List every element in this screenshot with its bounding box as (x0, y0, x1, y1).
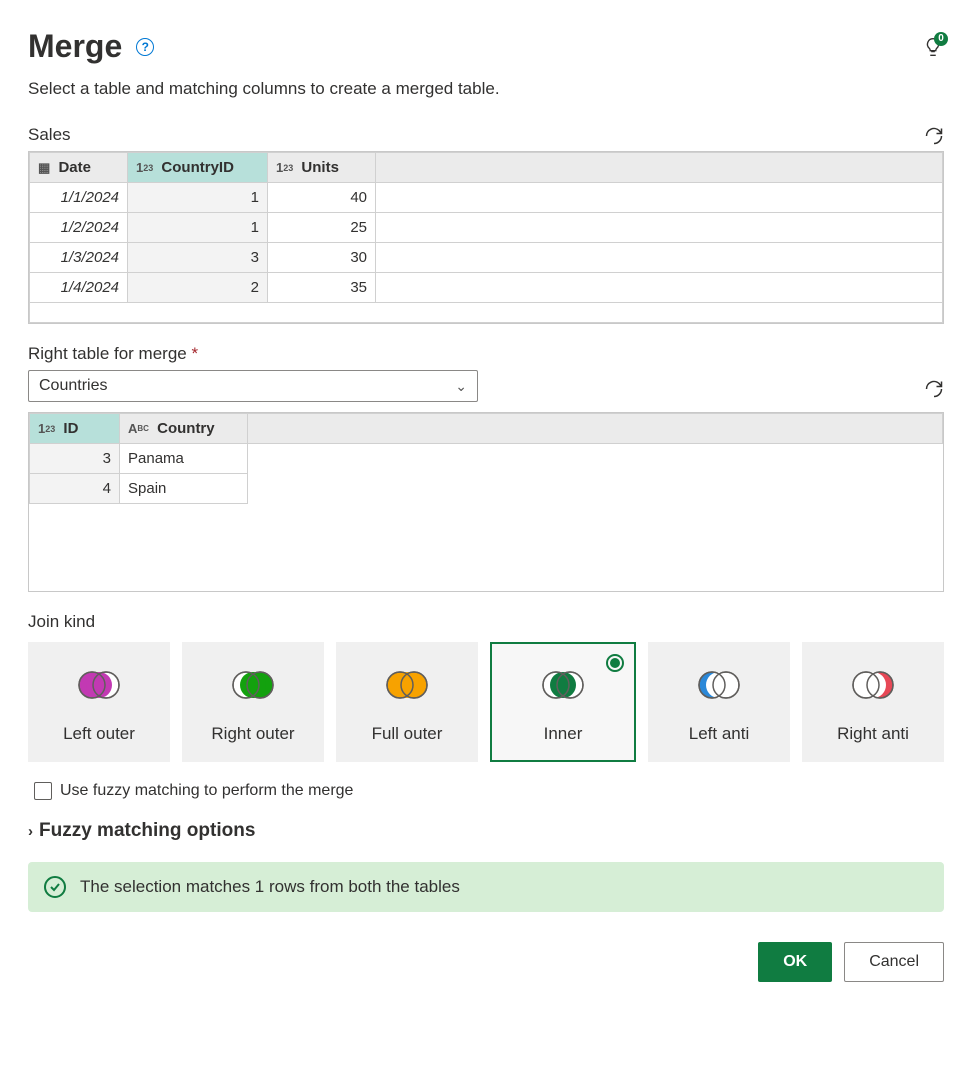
table-cell[interactable]: 30 (268, 243, 376, 273)
table-cell[interactable]: 35 (268, 273, 376, 303)
tips-icon[interactable]: 0 (922, 36, 944, 58)
right-table-dropdown[interactable]: Countries ⌄ (28, 370, 478, 402)
column-spacer (376, 153, 943, 183)
refresh-left-icon[interactable] (924, 126, 944, 151)
table-cell[interactable]: 2 (128, 273, 268, 303)
join-option-label: Right outer (211, 724, 294, 744)
join-option-label: Right anti (837, 724, 909, 744)
venn-icon (74, 665, 124, 710)
status-text: The selection matches 1 rows from both t… (80, 877, 460, 897)
table-cell[interactable]: Panama (120, 444, 248, 474)
table-cell[interactable]: 1 (128, 183, 268, 213)
cancel-button[interactable]: Cancel (844, 942, 944, 982)
right-table-selected: Countries (39, 377, 107, 395)
left-table[interactable]: ▦ Date123 CountryID123 Units1/1/20241401… (29, 152, 943, 323)
radio-selected-icon (606, 654, 624, 672)
join-option-inner[interactable]: Inner (490, 642, 636, 762)
table-cell[interactable]: 40 (268, 183, 376, 213)
table-cell[interactable]: 1/2/2024 (30, 213, 128, 243)
column-header[interactable]: 123 CountryID (128, 153, 268, 183)
column-spacer (248, 414, 943, 444)
join-option-right-anti[interactable]: Right anti (802, 642, 944, 762)
table-cell[interactable]: 3 (128, 243, 268, 273)
refresh-right-icon[interactable] (924, 379, 944, 404)
join-option-full-outer[interactable]: Full outer (336, 642, 478, 762)
dialog-title: Merge (28, 28, 122, 65)
join-option-label: Inner (544, 724, 583, 744)
join-option-right-outer[interactable]: Right outer (182, 642, 324, 762)
status-bar: The selection matches 1 rows from both t… (28, 862, 944, 912)
venn-icon (538, 665, 588, 710)
column-header[interactable]: ABC Country (120, 414, 248, 444)
table-cell (248, 474, 943, 504)
table-cell[interactable]: 25 (268, 213, 376, 243)
checkmark-icon (44, 876, 66, 898)
column-header[interactable]: ▦ Date (30, 153, 128, 183)
join-option-label: Full outer (372, 724, 443, 744)
venn-icon (382, 665, 432, 710)
table-cell (376, 213, 943, 243)
chevron-down-icon: ⌄ (455, 378, 467, 395)
table-cell[interactable]: 3 (30, 444, 120, 474)
venn-icon (848, 665, 898, 710)
venn-icon (228, 665, 278, 710)
chevron-right-icon: › (28, 823, 33, 840)
table-cell (376, 243, 943, 273)
column-header[interactable]: 123 ID (30, 414, 120, 444)
table-cell[interactable]: Spain (120, 474, 248, 504)
join-option-label: Left outer (63, 724, 135, 744)
table-cell[interactable]: 1 (128, 213, 268, 243)
join-option-label: Left anti (689, 724, 750, 744)
tips-badge: 0 (934, 32, 948, 46)
fuzzy-checkbox[interactable] (34, 782, 52, 800)
table-cell[interactable]: 1/1/2024 (30, 183, 128, 213)
table-cell[interactable]: 4 (30, 474, 120, 504)
table-cell (376, 273, 943, 303)
column-header[interactable]: 123 Units (268, 153, 376, 183)
fuzzy-options-toggle[interactable]: › Fuzzy matching options (28, 820, 944, 842)
fuzzy-checkbox-label: Use fuzzy matching to perform the merge (60, 782, 353, 800)
help-icon[interactable]: ? (136, 38, 154, 56)
venn-icon (694, 665, 744, 710)
dialog-subtitle: Select a table and matching columns to c… (28, 79, 944, 99)
join-option-left-outer[interactable]: Left outer (28, 642, 170, 762)
join-kind-options: Left outer Right outer Full outer Inner … (28, 642, 944, 762)
table-cell (376, 183, 943, 213)
join-kind-label: Join kind (28, 612, 944, 632)
table-cell (248, 444, 943, 474)
table-cell[interactable]: 1/4/2024 (30, 273, 128, 303)
join-option-left-anti[interactable]: Left anti (648, 642, 790, 762)
table-cell[interactable]: 1/3/2024 (30, 243, 128, 273)
left-table-name: Sales (28, 125, 71, 145)
right-table[interactable]: 123 IDABC Country3Panama4Spain (29, 413, 943, 504)
ok-button[interactable]: OK (758, 942, 832, 982)
right-table-label: Right table for merge * (28, 344, 944, 364)
